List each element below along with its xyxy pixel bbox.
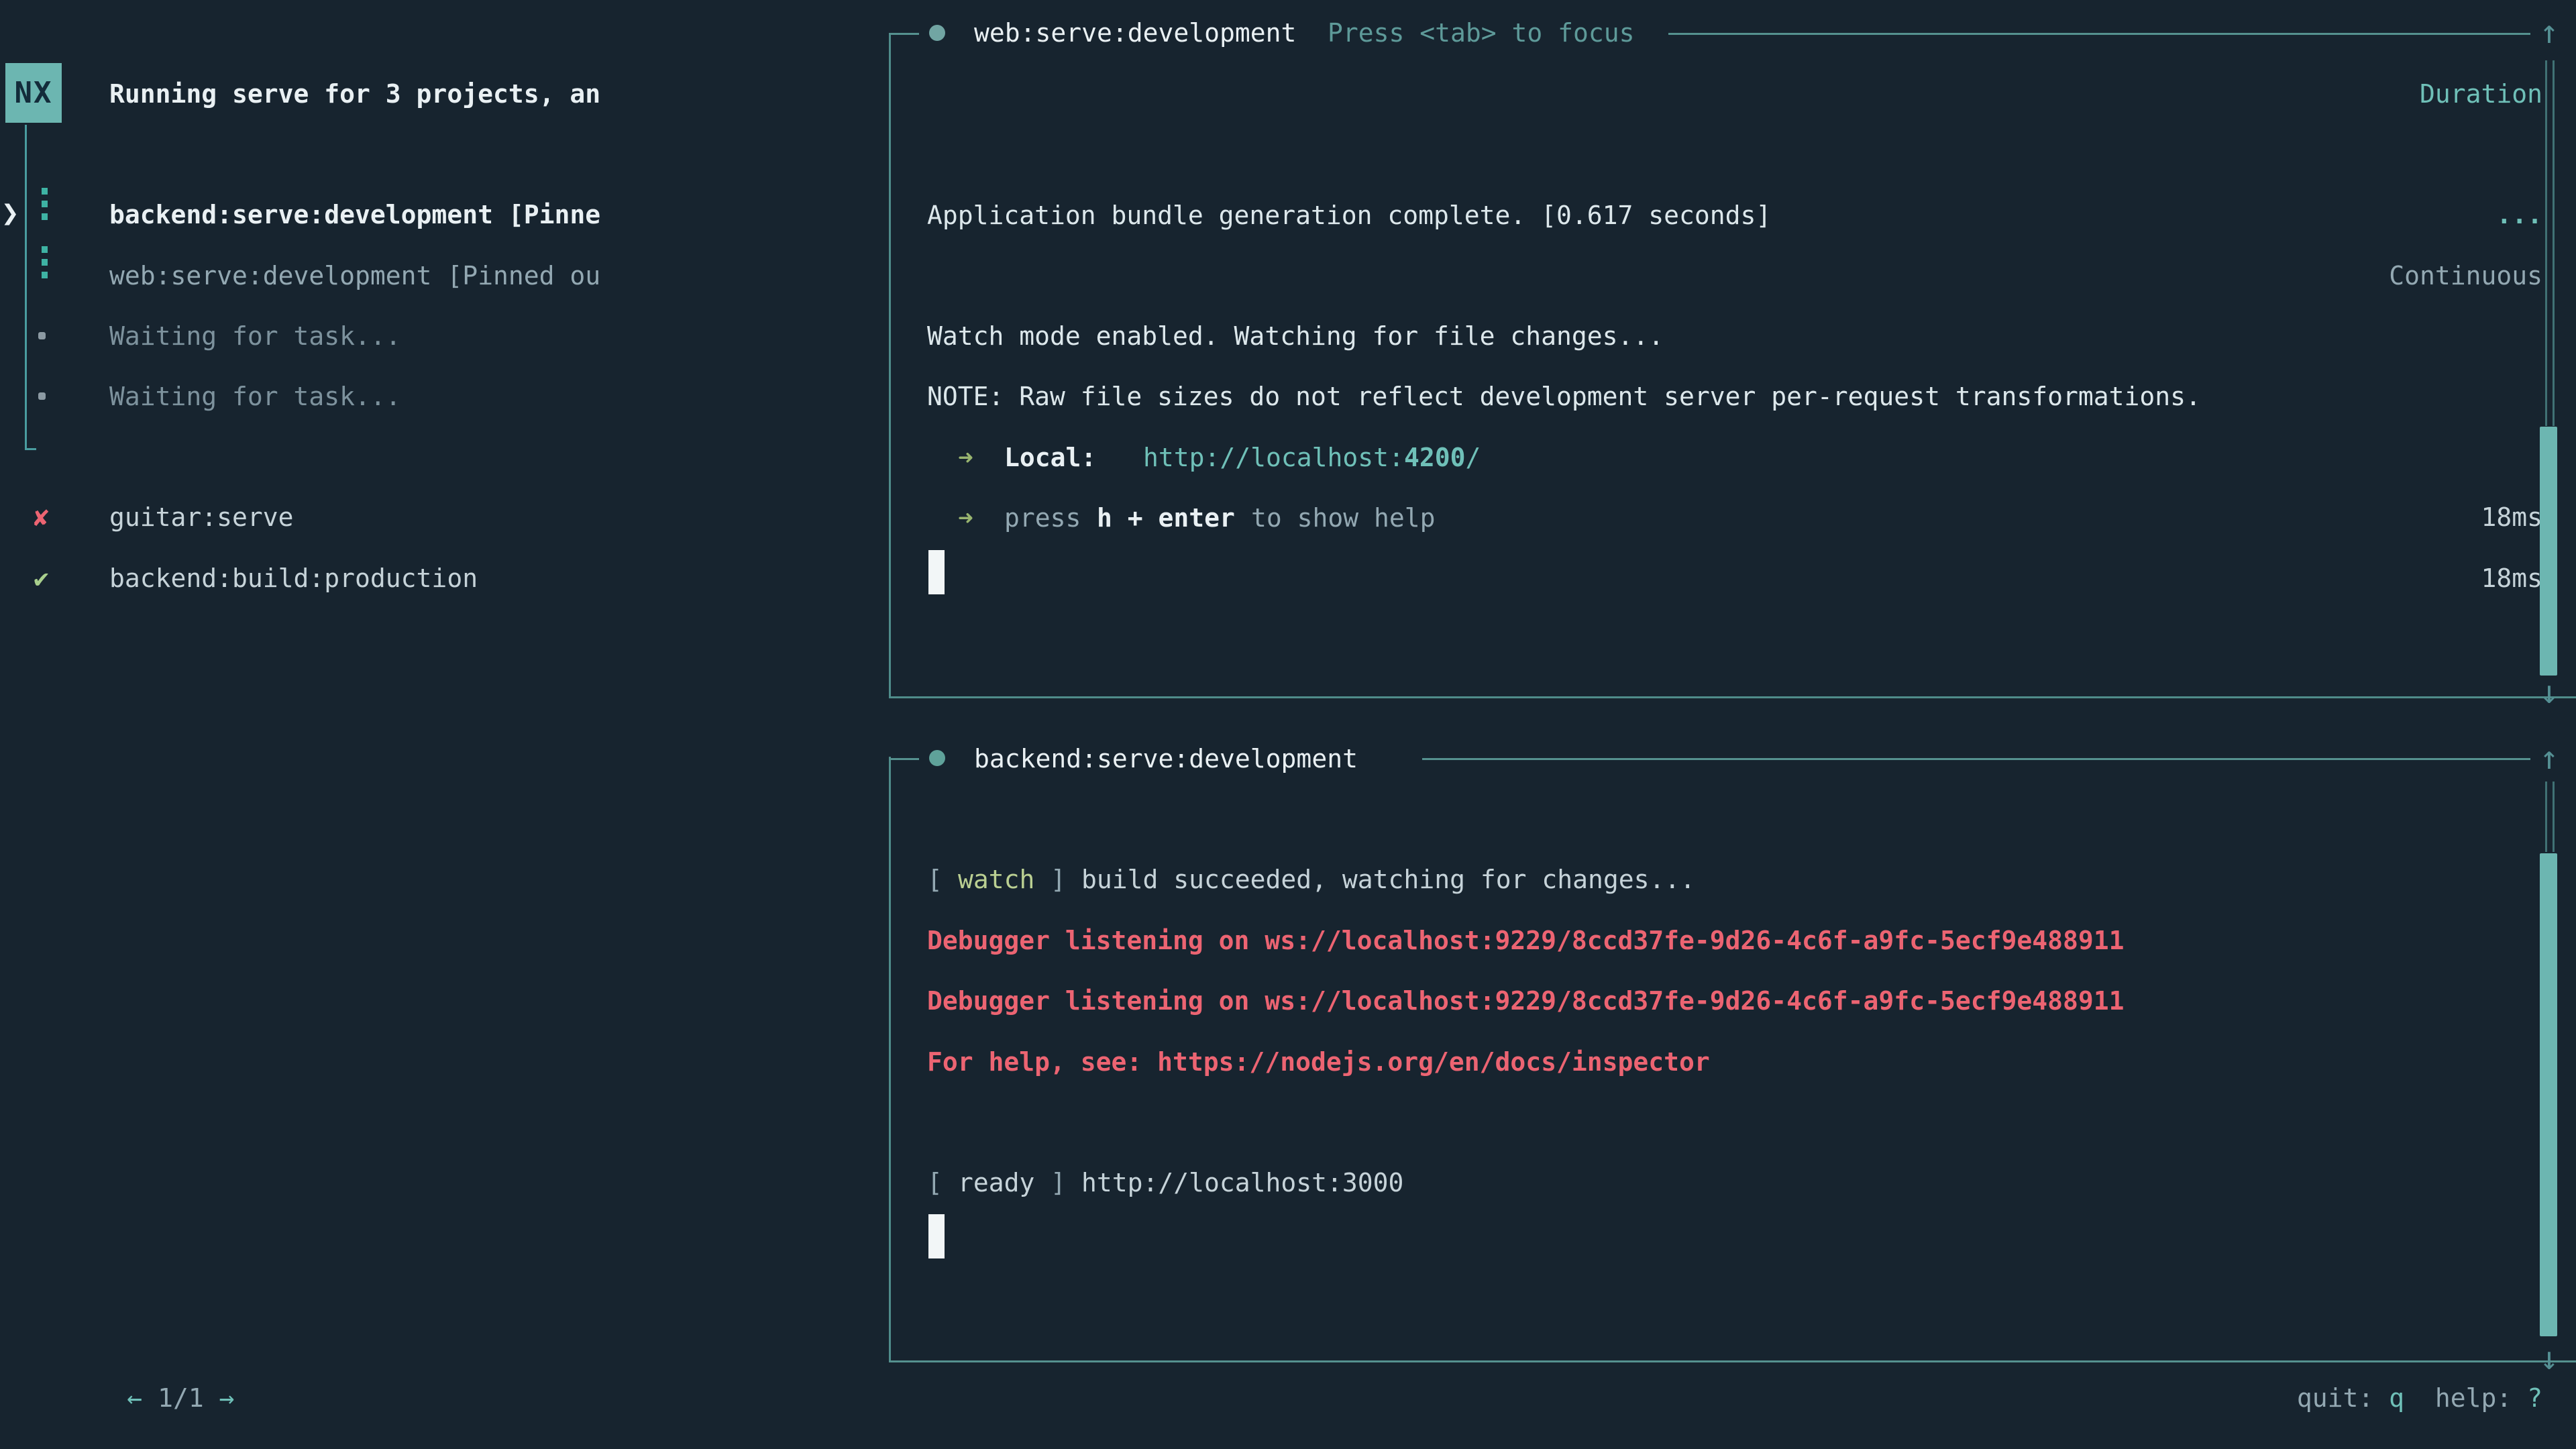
press-prefix: press (1004, 500, 1081, 535)
panel-top-border (1422, 758, 2530, 760)
task-label: web:serve:development [Pinned ou (109, 258, 600, 293)
running-indicator-icon (42, 188, 48, 220)
bracket-close: ] (1051, 862, 1066, 897)
debugger-help-line: For help, see: https://nodejs.org/en/doc… (927, 1044, 1710, 1079)
panel-border-stub (889, 758, 919, 760)
scroll-down-icon[interactable]: ↓ (2534, 672, 2564, 712)
task-label: backend:serve:development [Pinne (109, 197, 600, 232)
panel-bottom-border (889, 1360, 2576, 1362)
panel-title[interactable]: web:serve:development (974, 15, 1296, 50)
selected-caret-icon: ❯ (1, 196, 19, 231)
task-label: backend:build:production (109, 561, 478, 596)
task-label: guitar:serve (109, 500, 294, 535)
duration-column-header: Duration (2420, 76, 2542, 111)
task-duration: 18ms (2481, 561, 2542, 596)
pending-dot-icon (38, 332, 46, 339)
panel-title[interactable]: backend:serve:development (974, 741, 1358, 776)
panel-border-stub (889, 33, 919, 35)
debugger-listening-line: Debugger listening on ws://localhost:922… (927, 923, 2124, 958)
debugger-listening-line: Debugger listening on ws://localhost:922… (927, 983, 2124, 1018)
success-icon: ✔ (34, 561, 49, 596)
panel-left-border (889, 34, 891, 698)
bracket-open: [ (927, 862, 943, 897)
scroll-up-icon[interactable]: ↑ (2534, 12, 2564, 52)
log-line-watch-mode: Watch mode enabled. Watching for file ch… (927, 319, 1664, 354)
task-duration: 18ms (2481, 500, 2542, 535)
help-key: ? (2527, 1383, 2542, 1413)
panel-status-dot-icon (929, 25, 945, 41)
quit-key: q (2389, 1383, 2404, 1413)
local-label: Local: (1004, 440, 1096, 475)
task-tree-line (25, 125, 36, 450)
quit-label: quit: (2297, 1383, 2373, 1413)
page-next-icon[interactable]: → (219, 1383, 235, 1413)
task-status: ... (2496, 197, 2542, 232)
panel-left-border (889, 757, 891, 1362)
panel-top-border (1668, 33, 2530, 35)
sidebar-title: Running serve for 3 projects, an (109, 76, 600, 111)
task-label: Waiting for task... (109, 319, 401, 354)
ready-url[interactable]: http://localhost:3000 (1081, 1165, 1403, 1200)
failed-icon: ✘ (34, 500, 49, 535)
press-keys: h + enter (1097, 500, 1235, 535)
scrollbar-track[interactable] (2545, 782, 2555, 852)
pagination: ← 1/1 → (35, 1346, 234, 1449)
scrollbar-thumb[interactable] (2540, 427, 2557, 676)
ready-tag: ready (958, 1165, 1034, 1200)
local-url-link[interactable]: http://localhost:4200/ (1143, 440, 1481, 475)
log-line-note: NOTE: Raw file sizes do not reflect deve… (927, 379, 2201, 414)
page-prev-icon[interactable]: ← (127, 1383, 142, 1413)
task-label: Waiting for task... (109, 379, 401, 414)
prompt-arrow-icon: ➜ (958, 440, 973, 475)
panel-status-dot-icon (929, 750, 945, 766)
help-label: help: (2435, 1383, 2512, 1413)
prompt-arrow-icon: ➜ (958, 500, 973, 535)
page-indicator: 1/1 (158, 1383, 204, 1413)
bracket-open: [ (927, 1165, 943, 1200)
watch-tag: watch (958, 862, 1034, 897)
task-status: Continuous (2389, 258, 2542, 293)
scrollbar-track[interactable] (2545, 60, 2555, 426)
scroll-up-icon[interactable]: ↑ (2534, 738, 2564, 778)
terminal-cursor (928, 550, 945, 594)
running-indicator-icon (42, 246, 48, 278)
panel-bottom-border (889, 696, 2576, 698)
nx-logo: NX (5, 63, 62, 123)
nx-tui-screen: NX Running serve for 3 projects, an Dura… (0, 0, 2576, 1449)
bracket-close: ] (1051, 1165, 1066, 1200)
focus-hint: Press <tab> to focus (1328, 15, 1635, 50)
press-suffix: to show help (1251, 500, 1436, 535)
log-line-bundle-complete: Application bundle generation complete. … (927, 198, 1771, 233)
scrollbar-thumb[interactable] (2540, 853, 2557, 1336)
terminal-cursor (928, 1214, 945, 1258)
scroll-down-icon[interactable]: ↓ (2534, 1338, 2564, 1379)
watch-message: build succeeded, watching for changes... (1081, 862, 1695, 897)
pending-dot-icon (38, 392, 46, 400)
